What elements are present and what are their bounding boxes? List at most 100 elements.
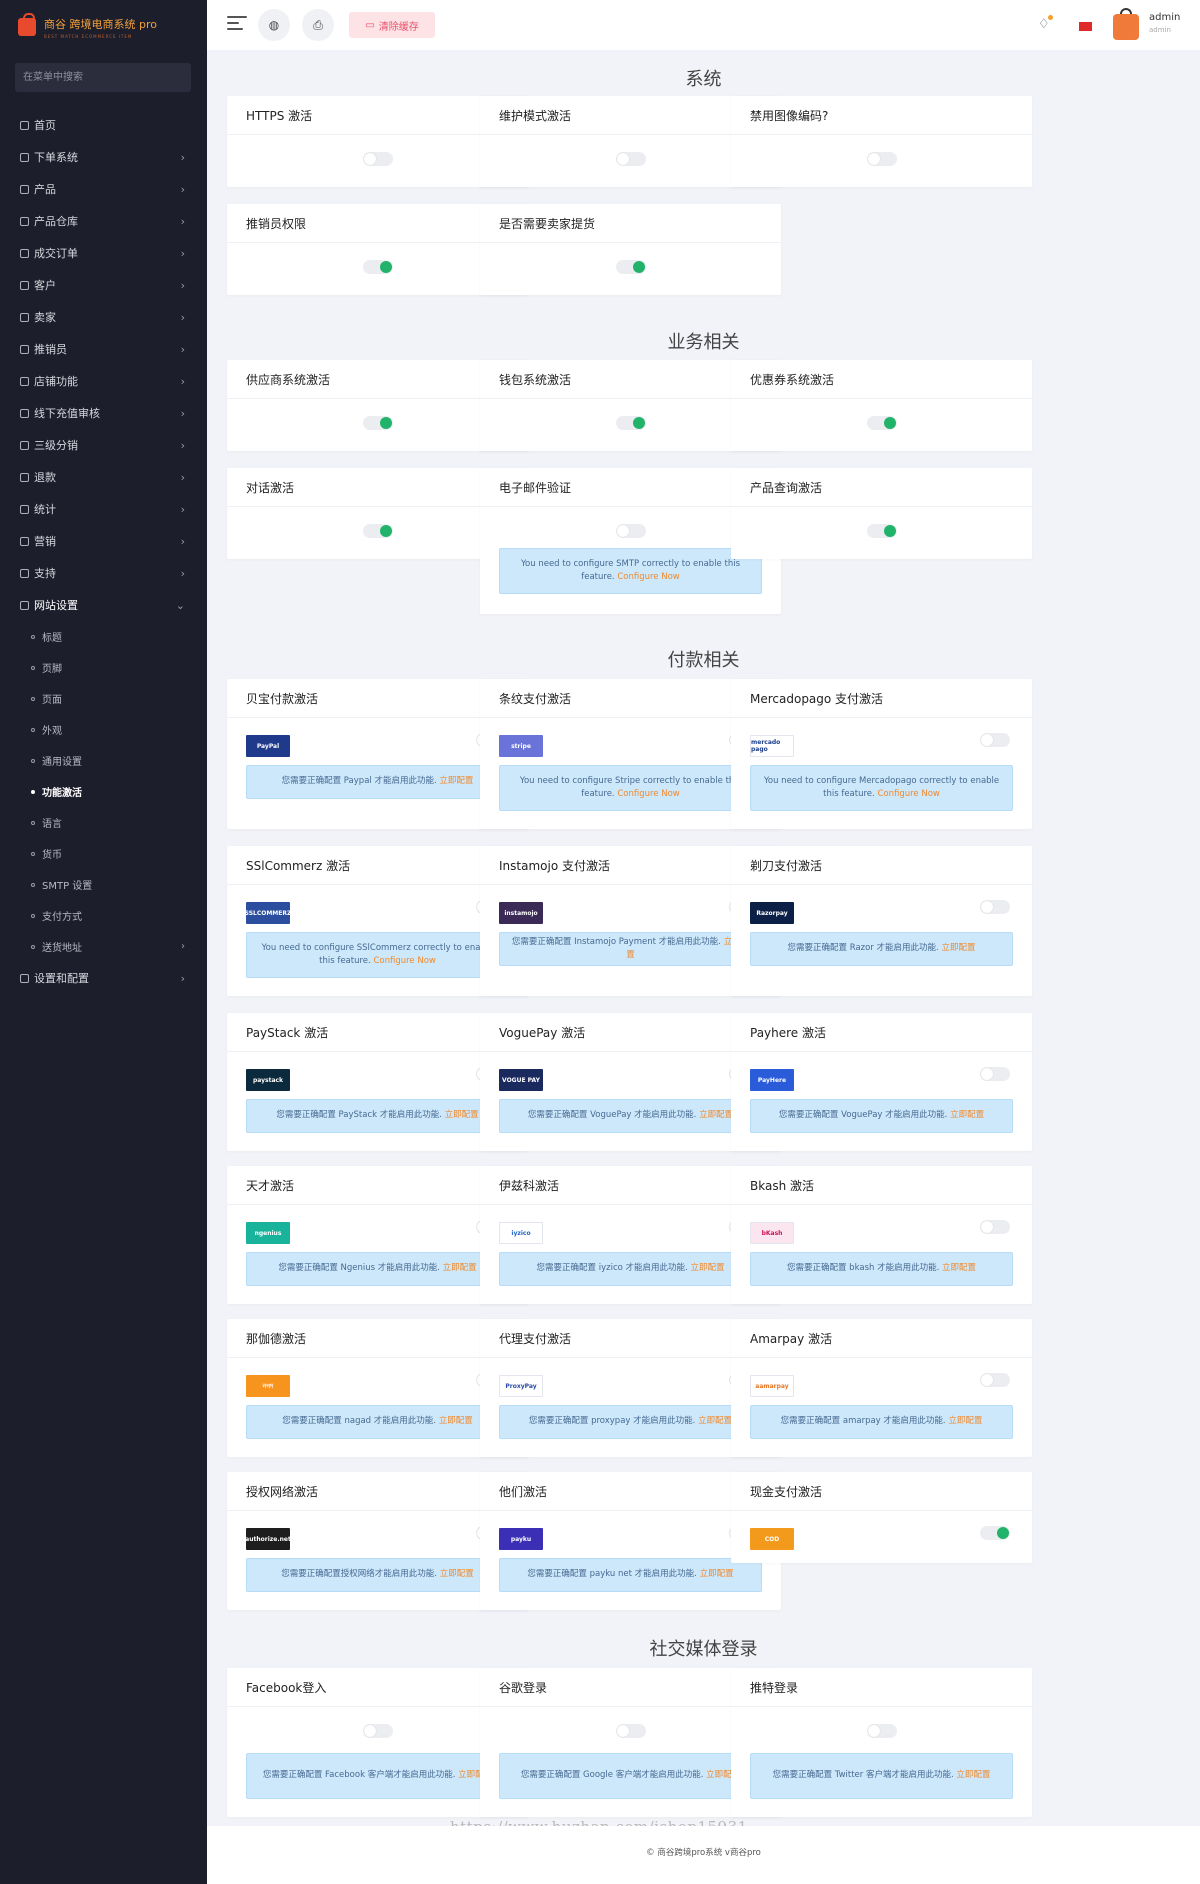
feature-toggle[interactable]	[980, 1373, 1010, 1387]
sidebar-item-12[interactable]: 统计 ›	[0, 493, 207, 525]
feature-toggle[interactable]	[867, 524, 897, 538]
bullet-icon	[31, 758, 35, 763]
sidebar-subitem-10[interactable]: 送货地址 ›	[0, 931, 207, 962]
feature-toggle[interactable]	[363, 1724, 393, 1738]
clear-cache-button[interactable]: ▭ 清除缓存	[349, 12, 435, 38]
configure-now-link[interactable]: 立即配置	[439, 1416, 473, 1426]
feature-toggle[interactable]	[980, 1220, 1010, 1234]
feature-toggle[interactable]	[616, 524, 646, 538]
sidebar-subitem-label: 语言	[42, 819, 62, 830]
payment-logo: Razorpay	[750, 902, 794, 924]
sidebar-subitem-2[interactable]: 页面	[0, 683, 207, 714]
feature-toggle[interactable]	[616, 260, 646, 274]
system-feature-card: 禁用图像编码?	[731, 96, 1032, 187]
feature-toggle[interactable]	[980, 1526, 1010, 1540]
sidebar-subitem-5[interactable]: 功能激活	[0, 776, 207, 807]
sidebar-subitem-label: 页脚	[42, 664, 62, 675]
sidebar-item-8[interactable]: 店铺功能 ›	[0, 365, 207, 397]
configure-now-link[interactable]: 立即配置	[445, 1110, 479, 1120]
configure-now-link[interactable]: 立即配置	[699, 1110, 733, 1120]
users-icon	[20, 280, 29, 290]
configure-now-link[interactable]: 立即配置	[443, 1263, 477, 1273]
configure-now-link[interactable]: Configure Now	[373, 956, 435, 966]
feature-toggle[interactable]	[980, 1067, 1010, 1081]
sidebar-item-14[interactable]: 支持 ›	[0, 557, 207, 589]
feature-toggle[interactable]	[867, 1724, 897, 1738]
sidebar-item-5[interactable]: 客户 ›	[0, 269, 207, 301]
chevron-right-icon: ›	[180, 567, 185, 580]
sidebar-item-3[interactable]: 产品仓库 ›	[0, 205, 207, 237]
avatar[interactable]	[1113, 8, 1139, 40]
feature-toggle[interactable]	[363, 416, 393, 430]
chevron-right-icon: ›	[180, 279, 185, 292]
sidebar-subitem-6[interactable]: 语言	[0, 807, 207, 838]
sidebar-item-4[interactable]: 成交订单 ›	[0, 237, 207, 269]
configure-now-link[interactable]: Configure Now	[617, 789, 679, 799]
sidebar-subitem-label: SMTP 设置	[42, 881, 93, 892]
configure-now-link[interactable]: 立即配置	[698, 1416, 732, 1426]
feature-toggle[interactable]	[616, 1724, 646, 1738]
config-notice: You need to configure Stripe correctly t…	[499, 765, 762, 811]
sidebar-subitem-9[interactable]: 支付方式	[0, 900, 207, 931]
feature-toggle[interactable]	[980, 733, 1010, 747]
trash-icon: ▭	[365, 19, 375, 31]
sidebar-item-13[interactable]: 营销 ›	[0, 525, 207, 557]
feature-toggle[interactable]	[867, 152, 897, 166]
feature-toggle[interactable]	[980, 900, 1010, 914]
configure-now-link[interactable]: 立即配置	[439, 776, 473, 786]
toggle-knob	[380, 261, 392, 273]
user-name[interactable]: admin	[1149, 12, 1180, 23]
feature-toggle[interactable]	[616, 152, 646, 166]
sidebar-subitem-7[interactable]: 货币	[0, 838, 207, 869]
logo[interactable]: 商谷 跨境电商系统 pro BEST MATCH ECOMMERCE ITEM	[18, 12, 157, 42]
sidebar-item-2[interactable]: 产品 ›	[0, 173, 207, 205]
configure-now-link[interactable]: 立即配置	[950, 1110, 984, 1120]
toggle-knob	[633, 261, 645, 273]
website-icon[interactable]: ◍	[258, 9, 290, 41]
sidebar-item-10[interactable]: 三级分销 ›	[0, 429, 207, 461]
configure-now-link[interactable]: 立即配置	[700, 1569, 734, 1579]
configure-now-link[interactable]: 立即配置	[948, 1416, 982, 1426]
config-notice: 您需要正确配置授权网络才能启用此功能. 立即配置	[246, 1558, 509, 1592]
feature-toggle[interactable]	[363, 524, 393, 538]
payment-logo: mercado pago	[750, 735, 794, 757]
payment-logo-text: mercado pago	[751, 739, 781, 753]
sidebar-item-15[interactable]: 网站设置 ⌄	[0, 589, 207, 621]
configure-now-link[interactable]: Configure Now	[617, 572, 679, 582]
configure-now-link[interactable]: 立即配置	[941, 943, 975, 953]
payment-logo: ProxyPay	[499, 1375, 543, 1397]
configure-now-link[interactable]: 立即配置	[956, 1770, 990, 1780]
feature-toggle[interactable]	[363, 152, 393, 166]
feature-toggle[interactable]	[616, 416, 646, 430]
user-icon	[20, 312, 29, 322]
bullet-icon	[31, 913, 35, 918]
sidebar-item-0[interactable]: 首页	[0, 109, 207, 141]
bell-icon[interactable]: ♢	[1038, 15, 1053, 32]
sidebar-item-7[interactable]: 推销员 ›	[0, 333, 207, 365]
payment-logo-text: payku	[510, 1535, 532, 1543]
sidebar-subitem-0[interactable]: 标题	[0, 621, 207, 652]
printer-icon[interactable]: ⎙	[302, 9, 334, 41]
feature-toggle[interactable]	[867, 416, 897, 430]
configure-now-link[interactable]: 立即配置	[440, 1569, 474, 1579]
sidebar-item-6[interactable]: 卖家 ›	[0, 301, 207, 333]
language-flag-icon[interactable]	[1079, 22, 1092, 31]
sidebar-item-1[interactable]: 下单系统 ›	[0, 141, 207, 173]
chevron-right-icon: ›	[180, 183, 185, 196]
sidebar-subitem-3[interactable]: 外观	[0, 714, 207, 745]
configure-now-link[interactable]: Configure Now	[877, 789, 939, 799]
sidebar-item-9[interactable]: 线下充值审核 ›	[0, 397, 207, 429]
sidebar-item-label: 成交订单	[34, 247, 78, 260]
sidebar-subitem-8[interactable]: SMTP 设置	[0, 869, 207, 900]
configure-now-link[interactable]: 立即配置	[690, 1263, 724, 1273]
sidebar-item-11[interactable]: 退款 ›	[0, 461, 207, 493]
menu-search-input[interactable]: 在菜单中搜索	[15, 63, 191, 92]
notice-text: 您需要正确配置 amarpay 才能启用此功能.	[780, 1416, 946, 1427]
feature-toggle[interactable]	[363, 260, 393, 274]
menu-toggle-icon[interactable]	[227, 16, 247, 32]
chevron-right-icon: ›	[180, 151, 185, 164]
sidebar-item-settings[interactable]: 设置和配置 ›	[0, 962, 207, 994]
sidebar-subitem-1[interactable]: 页脚	[0, 652, 207, 683]
configure-now-link[interactable]: 立即配置	[942, 1263, 976, 1273]
sidebar-subitem-4[interactable]: 通用设置	[0, 745, 207, 776]
